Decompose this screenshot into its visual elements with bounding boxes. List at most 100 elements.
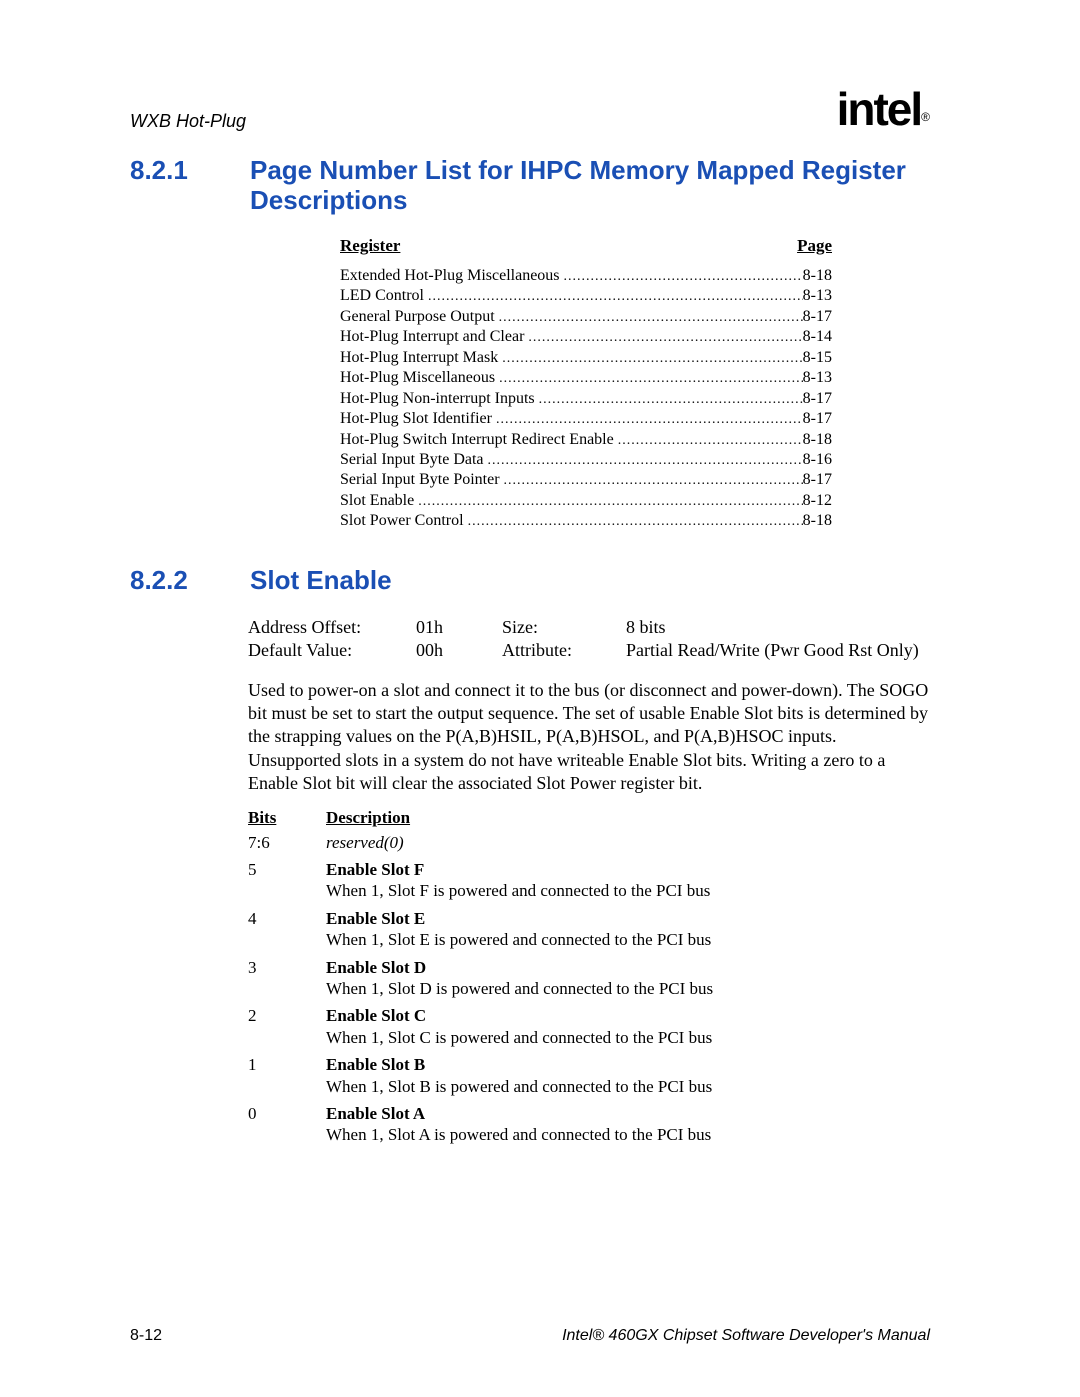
- bit-row: 0Enable Slot A When 1, Slot A is powered …: [248, 1103, 930, 1146]
- bit-description: Enable Slot D When 1, Slot D is powered a…: [326, 957, 886, 1000]
- bit-desc-text: When 1, Slot A is powered and connected …: [326, 1125, 711, 1144]
- leader-dots: [614, 430, 803, 450]
- bit-description: Enable Slot A When 1, Slot A is powered a…: [326, 1103, 886, 1146]
- leader-dots: [495, 368, 803, 388]
- register-toc-row: Hot-Plug Interrupt Mask8-15: [340, 348, 832, 368]
- bit-name: Enable Slot B: [326, 1055, 425, 1074]
- bit-range: 1: [248, 1054, 326, 1097]
- bits-col: Bits: [248, 808, 326, 828]
- register-page: 8-17: [803, 389, 832, 409]
- bit-name: Enable Slot F: [326, 860, 424, 879]
- register-toc-list: Register Page Extended Hot-Plug Miscella…: [340, 236, 832, 532]
- bit-name: Enable Slot D: [326, 958, 426, 977]
- bit-description: Enable Slot EWhen 1, Slot E is powered a…: [326, 908, 886, 951]
- register-toc-row: Hot-Plug Interrupt and Clear 8-14: [340, 327, 832, 347]
- document-page: WXB Hot-Plug intel® 8.2.1 Page Number Li…: [0, 0, 1080, 1397]
- addr-offset-value: 01h: [416, 616, 502, 639]
- bit-desc-text: When 1, Slot F is powered and connected …: [326, 881, 710, 900]
- attribute-value: Partial Read/Write (Pwr Good Rst Only): [626, 639, 930, 662]
- register-name: Hot-Plug Interrupt and Clear: [340, 327, 524, 347]
- bit-row: 4Enable Slot EWhen 1, Slot E is powered …: [248, 908, 930, 951]
- register-name: Serial Input Byte Data: [340, 450, 484, 470]
- bit-range: 2: [248, 1005, 326, 1048]
- spec-row: Default Value: 00h Attribute: Partial Re…: [248, 639, 930, 662]
- bits-table: Bits Description 7:6reserved(0)5Enable S…: [248, 808, 930, 1146]
- leader-dots: [500, 470, 803, 490]
- description-paragraph: Used to power-on a slot and connect it t…: [248, 679, 930, 796]
- bit-desc-text: When 1, Slot D is powered and connected …: [326, 979, 713, 998]
- running-title: WXB Hot-Plug: [130, 111, 246, 132]
- register-toc-row: Serial Input Byte Data 8-16: [340, 450, 832, 470]
- register-page: 8-18: [803, 430, 832, 450]
- col-page: Page: [797, 236, 832, 256]
- bit-desc-text: When 1, Slot E is powered and connected …: [326, 930, 711, 949]
- register-toc-header: Register Page: [340, 236, 832, 256]
- register-name: Hot-Plug Non-interrupt Inputs: [340, 389, 535, 409]
- register-name: LED Control: [340, 286, 424, 306]
- bit-name: Enable Slot A: [326, 1104, 425, 1123]
- bit-row: 1Enable Slot BWhen 1, Slot B is powered …: [248, 1054, 930, 1097]
- register-name: Hot-Plug Miscellaneous: [340, 368, 495, 388]
- register-name: Slot Power Control: [340, 511, 464, 531]
- section-number: 8.2.2: [130, 566, 208, 596]
- leader-dots: [492, 409, 803, 429]
- page-number: 8-12: [130, 1327, 162, 1345]
- section-heading-821: 8.2.1 Page Number List for IHPC Memory M…: [130, 156, 930, 216]
- register-name: Hot-Plug Interrupt Mask: [340, 348, 498, 368]
- leader-dots: [484, 450, 803, 470]
- register-toc-row: Serial Input Byte Pointer8-17: [340, 470, 832, 490]
- register-name: General Purpose Output: [340, 307, 495, 327]
- register-toc-row: LED Control 8-13: [340, 286, 832, 306]
- section-heading-822: 8.2.2 Slot Enable: [130, 566, 930, 596]
- register-toc-row: Hot-Plug Switch Interrupt Redirect Enabl…: [340, 430, 832, 450]
- register-name: Slot Enable: [340, 491, 414, 511]
- leader-dots: [535, 389, 803, 409]
- leader-dots: [414, 491, 802, 511]
- leader-dots: [560, 266, 803, 286]
- bit-row: 5Enable Slot F When 1, Slot F is powered …: [248, 859, 930, 902]
- bit-description: Enable Slot F When 1, Slot F is powered a…: [326, 859, 886, 902]
- addr-offset-label: Address Offset:: [248, 616, 416, 639]
- register-toc-row: Hot-Plug Miscellaneous 8-13: [340, 368, 832, 388]
- logo-text: intel: [837, 83, 922, 135]
- default-value: 00h: [416, 639, 502, 662]
- desc-col: Description: [326, 808, 410, 828]
- section-title: Slot Enable: [250, 566, 930, 596]
- leader-dots: [495, 307, 803, 327]
- leader-dots: [498, 348, 802, 368]
- leader-dots: [464, 511, 803, 531]
- bit-range: 5: [248, 859, 326, 902]
- running-header: WXB Hot-Plug intel®: [130, 78, 930, 132]
- leader-dots: [524, 327, 802, 347]
- register-toc-row: Slot Power Control 8-18: [340, 511, 832, 531]
- bit-range: 7:6: [248, 832, 326, 853]
- register-page: 8-12: [803, 491, 832, 511]
- registered-icon: ®: [921, 110, 930, 124]
- register-toc-row: Slot Enable 8-12: [340, 491, 832, 511]
- section-number: 8.2.1: [130, 156, 208, 216]
- reserved-text: reserved(0): [326, 833, 404, 852]
- bit-row: 2Enable Slot C When 1, Slot C is powered …: [248, 1005, 930, 1048]
- register-page: 8-14: [803, 327, 832, 347]
- register-page: 8-13: [803, 368, 832, 388]
- bit-name: Enable Slot C: [326, 1006, 426, 1025]
- manual-title: Intel® 460GX Chipset Software Developer'…: [562, 1327, 930, 1345]
- default-value-label: Default Value:: [248, 639, 416, 662]
- register-page: 8-13: [803, 286, 832, 306]
- size-label: Size:: [502, 616, 626, 639]
- register-page: 8-17: [803, 307, 832, 327]
- register-page: 8-18: [803, 266, 832, 286]
- bit-desc-text: When 1, Slot C is powered and connected …: [326, 1028, 712, 1047]
- spec-row: Address Offset: 01h Size: 8 bits: [248, 616, 930, 639]
- content-block: 8.2.1 Page Number List for IHPC Memory M…: [130, 70, 930, 1146]
- register-name: Extended Hot-Plug Miscellaneous: [340, 266, 560, 286]
- register-page: 8-16: [803, 450, 832, 470]
- register-spec-block: Address Offset: 01h Size: 8 bits Default…: [248, 616, 930, 663]
- col-register: Register: [340, 236, 797, 256]
- page-footer: 8-12 Intel® 460GX Chipset Software Devel…: [130, 1327, 930, 1345]
- leader-dots: [424, 286, 803, 306]
- register-page: 8-18: [803, 511, 832, 531]
- register-page: 8-17: [803, 470, 832, 490]
- bit-range: 0: [248, 1103, 326, 1146]
- register-toc-row: General Purpose Output 8-17: [340, 307, 832, 327]
